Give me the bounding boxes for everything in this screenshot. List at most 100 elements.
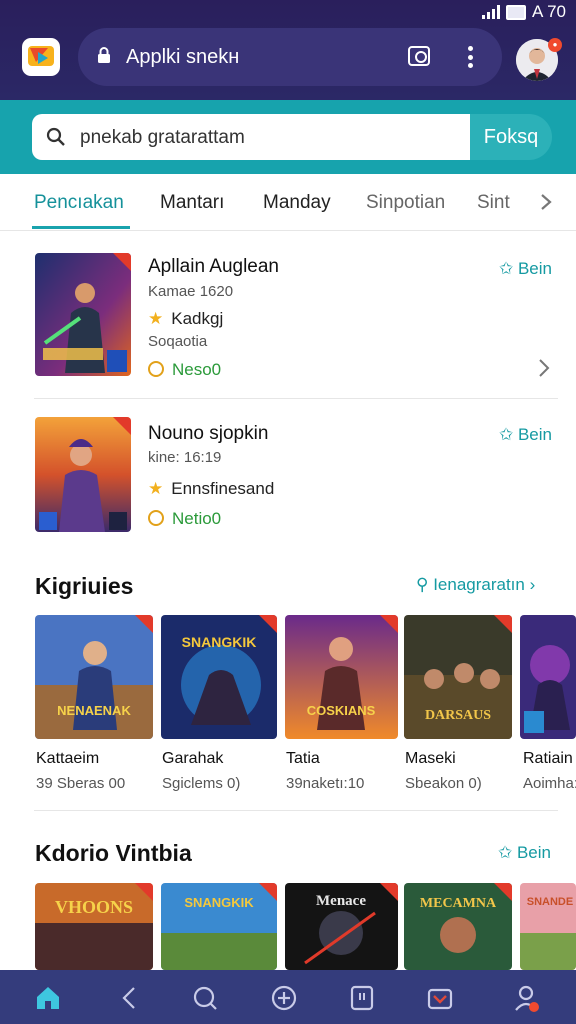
- svg-text:VHOONS: VHOONS: [55, 897, 133, 917]
- search-icon[interactable]: [191, 984, 219, 1012]
- app-thumbnail[interactable]: [35, 417, 131, 532]
- game-tile[interactable]: MECAMNA: [404, 883, 512, 970]
- logo-icon: [28, 46, 54, 66]
- app-price: Netio0: [148, 509, 221, 529]
- tab-sint[interactable]: Sint: [477, 192, 510, 214]
- svg-text:SNANGKIK: SNANGKIK: [182, 634, 257, 650]
- profile-icon[interactable]: [512, 984, 540, 1012]
- app-meta: Soqaotia: [148, 333, 208, 350]
- game-meta: 39 Sberas 00: [36, 775, 126, 792]
- star-icon: ★: [148, 309, 164, 328]
- game-art-image: [35, 253, 131, 376]
- category-tabs: Pencıakan Mantarı Manday Sinpotian Sint: [0, 176, 576, 231]
- app-thumbnail[interactable]: [35, 253, 131, 376]
- game-tile[interactable]: VHOONS: [35, 883, 153, 970]
- app-subtitle: kine: 16:19: [148, 449, 222, 466]
- search-query: pnekab gratarattam: [80, 127, 245, 148]
- coin-icon: [148, 361, 164, 377]
- top-header: A 70 Applki snekн ●: [0, 0, 576, 100]
- star-outline-icon: ✩: [498, 843, 517, 862]
- game-meta: Sbeakon 0): [405, 775, 482, 792]
- tab-sinpotian[interactable]: Sinpotian: [366, 192, 445, 214]
- game-title[interactable]: Tatia: [286, 750, 320, 768]
- star-outline-icon: ✩: [499, 259, 518, 278]
- game-art-image: [520, 615, 576, 739]
- address-bar[interactable]: Applki snekн: [78, 28, 502, 86]
- search-icon: ⚲: [416, 575, 434, 594]
- game-tile[interactable]: COSKIANS: [285, 615, 398, 739]
- address-text: Applki snekн: [126, 46, 240, 68]
- add-icon[interactable]: [270, 984, 298, 1012]
- active-tab-indicator: [32, 226, 130, 229]
- section-see-all-link[interactable]: ✩ Bein: [498, 843, 551, 863]
- more-menu-icon[interactable]: [467, 46, 473, 68]
- game-art-image: COSKIANS: [285, 615, 398, 739]
- divider: [34, 398, 558, 399]
- game-title[interactable]: Ratiain: [523, 750, 576, 768]
- chevron-right-icon[interactable]: [536, 358, 552, 378]
- game-tile[interactable]: DARSAUS: [404, 615, 512, 739]
- game-art-image: SNANGKIK: [161, 883, 277, 970]
- game-art-image: [35, 417, 131, 532]
- coin-icon: [148, 510, 164, 526]
- svg-text:DARSAUS: DARSAUS: [425, 708, 491, 723]
- game-meta: Aoimha:: [523, 775, 576, 792]
- game-art-image: SNANGKIK: [161, 615, 277, 739]
- bottom-navigation: [0, 970, 576, 1024]
- home-icon[interactable]: [34, 984, 62, 1012]
- app-title[interactable]: Apllain Auglean: [148, 256, 279, 278]
- game-meta: 39naketı:10: [286, 775, 365, 792]
- svg-text:NENAENAK: NENAENAK: [57, 703, 131, 718]
- svg-text:SNANDE: SNANDE: [527, 896, 573, 908]
- section-title: Kdorio Vintbia: [35, 840, 192, 866]
- game-art-image: DARSAUS: [404, 615, 512, 739]
- app-rating: ★ Ennsfinesand: [148, 479, 275, 498]
- app-get-button[interactable]: ✩ Bein: [499, 259, 552, 279]
- back-icon[interactable]: [116, 984, 144, 1012]
- notification-badge: ●: [548, 38, 562, 52]
- section-see-all-link[interactable]: ⚲ Ienagraratın ›: [416, 575, 535, 595]
- game-title[interactable]: Kattaeim: [36, 750, 99, 768]
- game-tile[interactable]: Menace: [285, 883, 398, 970]
- battery-icon: [505, 4, 526, 20]
- app-title[interactable]: Nouno sjopkin: [148, 423, 268, 445]
- tab-mantari[interactable]: Mantarı: [160, 192, 224, 214]
- game-art-image: VHOONS: [35, 883, 153, 970]
- bookmark-icon[interactable]: [348, 984, 376, 1012]
- status-bar: A 70: [481, 2, 566, 22]
- app-price: Neso0: [148, 360, 221, 380]
- app-subtitle: Kamae 1620: [148, 283, 234, 300]
- chevron-right-icon[interactable]: [536, 192, 556, 212]
- game-title[interactable]: Garahak: [162, 750, 223, 768]
- game-tile[interactable]: SNANGKIK: [161, 883, 277, 970]
- tabs-icon[interactable]: [408, 46, 430, 66]
- search-button[interactable]: Foksq: [470, 114, 552, 160]
- tab-pencakan[interactable]: Pencıakan: [34, 192, 124, 214]
- star-icon: ★: [148, 479, 164, 498]
- game-tile[interactable]: [520, 615, 576, 739]
- signal-icon: [481, 5, 500, 19]
- app-rating: ★ Kadkgj: [148, 309, 224, 328]
- game-art-image: SNANDE: [520, 883, 576, 970]
- tab-manday[interactable]: Manday: [263, 192, 331, 214]
- game-art-image: Menace: [285, 883, 398, 970]
- app-get-button[interactable]: ✩ Bein: [499, 425, 552, 445]
- status-time: A 70: [531, 2, 566, 21]
- star-outline-icon: ✩: [499, 425, 518, 444]
- app-logo[interactable]: [22, 38, 60, 76]
- inbox-icon[interactable]: [426, 984, 454, 1012]
- svg-text:COSKIANS: COSKIANS: [307, 703, 376, 718]
- game-tile[interactable]: SNANGKIK: [161, 615, 277, 739]
- search-input[interactable]: pnekab gratarattam: [32, 114, 470, 160]
- game-tile[interactable]: NENAENAK: [35, 615, 153, 739]
- divider: [34, 810, 558, 811]
- svg-text:MECAMNA: MECAMNA: [420, 896, 497, 911]
- game-art-image: NENAENAK: [35, 615, 153, 739]
- game-title[interactable]: Maseki: [405, 750, 456, 768]
- section-title: Kigriuies: [35, 573, 134, 599]
- svg-text:Menace: Menace: [316, 893, 366, 909]
- game-tile[interactable]: SNANDE: [520, 883, 576, 970]
- game-art-image: MECAMNA: [404, 883, 512, 970]
- search-icon: [46, 127, 65, 146]
- game-meta: Sgiclems 0): [162, 775, 241, 792]
